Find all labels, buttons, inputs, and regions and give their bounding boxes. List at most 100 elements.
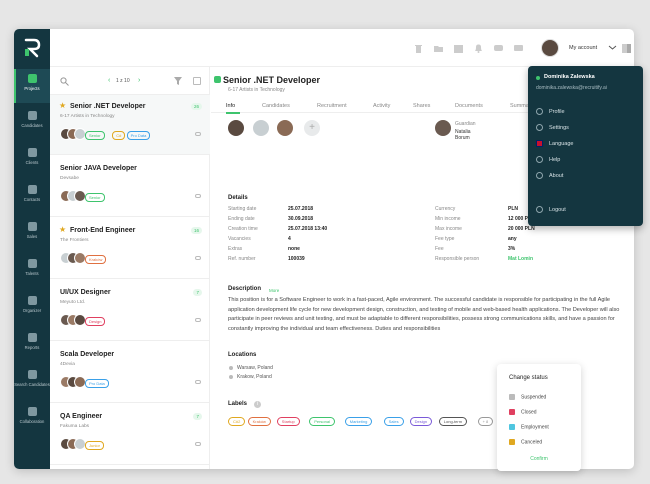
tab-info[interactable]: Info bbox=[226, 103, 235, 109]
team-member-avatar[interactable] bbox=[228, 120, 244, 136]
project-tag: C# bbox=[112, 131, 126, 140]
message-icon[interactable] bbox=[514, 44, 523, 53]
project-company: 4Devia bbox=[60, 362, 75, 367]
field-label: Ref. number bbox=[228, 256, 256, 262]
candidates-icon bbox=[27, 111, 37, 120]
link-icon[interactable] bbox=[195, 256, 201, 260]
sidebar-item-sales[interactable]: Sales bbox=[14, 217, 50, 251]
description-text: This position is for a Software Engineer… bbox=[228, 297, 620, 332]
sidebar-item-search-candidates[interactable]: Search Candidates bbox=[14, 365, 50, 399]
field-label: Min income bbox=[435, 216, 461, 222]
link-icon[interactable] bbox=[195, 442, 201, 446]
sidebar-item-talents[interactable]: Talents bbox=[14, 254, 50, 288]
app-logo[interactable] bbox=[23, 38, 41, 58]
select-all-checkbox[interactable] bbox=[193, 77, 201, 85]
link-icon[interactable] bbox=[195, 194, 201, 198]
chevron-down-icon[interactable] bbox=[608, 43, 617, 52]
project-company: 6-17 Artists in Technology bbox=[60, 114, 115, 119]
label-chip[interactable]: Design bbox=[409, 417, 433, 426]
sidebar-item-candidates[interactable]: Candidates bbox=[14, 106, 50, 140]
sidebar-item-organizer[interactable]: Organizer bbox=[14, 291, 50, 325]
project-card[interactable]: ★ Senior .NET Developer 6-17 Artists in Te… bbox=[50, 95, 210, 155]
field-value: none bbox=[288, 246, 300, 252]
star-icon[interactable]: ★ bbox=[59, 101, 66, 110]
team-member-avatar[interactable] bbox=[253, 120, 269, 136]
project-card[interactable]: UI/UX Designer Meyuto Ltd. 7 Design bbox=[50, 281, 210, 341]
account-menu-label: Settings bbox=[549, 124, 569, 131]
trash-icon[interactable] bbox=[414, 44, 423, 53]
tab-shares[interactable]: Shares bbox=[413, 103, 430, 109]
label-chip[interactable]: Startup bbox=[276, 417, 300, 426]
sidebar-item-reports[interactable]: Reports bbox=[14, 328, 50, 362]
project-card[interactable]: ★ Front-End Engineer The Frontiers 16 Kraków bbox=[50, 219, 210, 279]
tab-candidates[interactable]: Candidates bbox=[262, 103, 290, 109]
calendar-icon[interactable] bbox=[454, 44, 463, 53]
field-value: 30.09.2018 bbox=[288, 216, 314, 222]
confirm-button[interactable]: Confirm bbox=[497, 456, 581, 462]
status-option-closed[interactable]: Closed bbox=[509, 409, 537, 415]
account-menu-item-profile[interactable]: Profile bbox=[536, 108, 565, 115]
status-option-suspended[interactable]: Suspended bbox=[509, 394, 546, 400]
account-menu-label: Logout bbox=[549, 206, 566, 213]
sidebar-item-label: Organizer bbox=[22, 308, 42, 313]
team-member-avatar[interactable] bbox=[277, 120, 293, 136]
label-chip[interactable]: Sales bbox=[383, 417, 404, 426]
project-card[interactable]: Senior JAVA Developer Devsabe Senior bbox=[50, 157, 210, 217]
label-chip[interactable]: + 8 bbox=[477, 417, 494, 426]
search-icon[interactable] bbox=[60, 77, 69, 86]
next-page-icon[interactable]: › bbox=[138, 77, 140, 84]
project-company: Devsabe bbox=[60, 176, 79, 181]
status-option-employment[interactable]: Employment bbox=[509, 424, 549, 430]
tab-documents[interactable]: Documents bbox=[455, 103, 483, 109]
sales-icon bbox=[27, 222, 37, 231]
label-chip[interactable]: Marketing bbox=[344, 417, 373, 426]
account-menu-item-language[interactable]: Language bbox=[536, 140, 573, 147]
status-color-swatch bbox=[509, 394, 515, 400]
sidebar-item-contacts[interactable]: Contacts bbox=[14, 180, 50, 214]
star-icon[interactable]: ★ bbox=[59, 225, 66, 234]
candidate-count-badge: 7 bbox=[193, 413, 202, 420]
description-more-link[interactable]: More bbox=[269, 288, 279, 293]
bell-icon[interactable] bbox=[474, 44, 483, 53]
account-menu-item-settings[interactable]: Settings bbox=[536, 124, 569, 131]
account-menu: Dominika Zalewska dominika.zalewska@recr… bbox=[528, 66, 643, 226]
account-menu-item-about[interactable]: About bbox=[536, 172, 563, 179]
project-card[interactable]: QA Engineer Fakuma Labs 7 Junior bbox=[50, 405, 210, 465]
account-menu-item-help[interactable]: Help bbox=[536, 156, 560, 163]
status-option-canceled[interactable]: Canceled bbox=[509, 439, 542, 445]
chat-icon[interactable] bbox=[494, 44, 503, 53]
sidebar-item-clients[interactable]: Clients bbox=[14, 143, 50, 177]
tab-activity[interactable]: Activity bbox=[373, 103, 390, 109]
field-value: 100039 bbox=[288, 256, 305, 262]
filter-icon[interactable] bbox=[174, 77, 182, 85]
account-avatar[interactable] bbox=[541, 39, 559, 57]
folder-icon[interactable] bbox=[434, 44, 443, 53]
project-card[interactable]: Scala Developer 4Devia Pro Data bbox=[50, 343, 210, 403]
details-header: Details bbox=[228, 195, 248, 201]
tab-recruitment[interactable]: Recruitment bbox=[317, 103, 347, 109]
my-account-label[interactable]: My account bbox=[569, 45, 597, 51]
guardian-label: Guardian bbox=[455, 121, 476, 127]
status-option-label: Closed bbox=[521, 409, 537, 416]
account-menu-item-logout[interactable]: Logout bbox=[536, 206, 566, 213]
link-icon[interactable] bbox=[195, 318, 201, 322]
link-icon[interactable] bbox=[195, 132, 201, 136]
field-value: any bbox=[508, 236, 517, 242]
sidebar-item-collaboration[interactable]: Collaboration bbox=[14, 402, 50, 436]
label-chip[interactable]: Kraków bbox=[247, 417, 271, 426]
info-icon[interactable]: i bbox=[254, 401, 261, 408]
field-label: Fee type bbox=[435, 236, 455, 242]
link-icon[interactable] bbox=[195, 380, 201, 384]
add-member-button[interactable]: + bbox=[304, 120, 320, 136]
project-company: Fakuma Labs bbox=[60, 424, 90, 429]
label-chip[interactable]: Long-term bbox=[438, 417, 468, 426]
panel-toggle-icon[interactable] bbox=[622, 44, 631, 53]
location-pin-icon bbox=[229, 375, 233, 379]
sidebar-item-projects[interactable]: Projects bbox=[14, 69, 50, 103]
label-chip[interactable]: Personal bbox=[309, 417, 335, 426]
location-item: Krakow, Poland bbox=[237, 374, 272, 380]
prev-page-icon[interactable]: ‹ bbox=[108, 77, 110, 84]
label-chip[interactable]: C#2 bbox=[228, 417, 246, 426]
project-tag: Kraków bbox=[85, 255, 107, 264]
field-value: Mat Lomin bbox=[508, 256, 533, 262]
